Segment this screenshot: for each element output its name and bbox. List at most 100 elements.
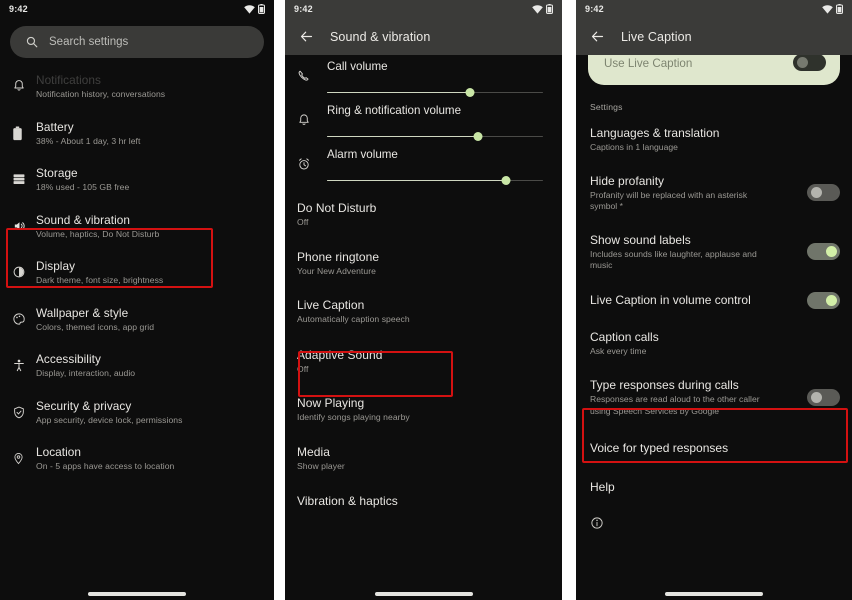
settings-item-accessibility[interactable]: Accessibility Display, interaction, audi…: [0, 343, 274, 390]
settings-item-subtitle: Your New Adventure: [297, 265, 376, 276]
phone-icon: [297, 55, 327, 88]
settings-item-hide-profanity[interactable]: Hide profanity Profanity will be replace…: [576, 163, 852, 222]
settings-item-title: Battery: [36, 119, 74, 134]
show-sound-labels-toggle[interactable]: [807, 243, 840, 260]
settings-item-subtitle: Captions in 1 language: [590, 142, 678, 152]
settings-item-show-sound-labels[interactable]: Show sound labels Includes sounds like l…: [576, 222, 852, 281]
app-bar-title: Sound & vibration: [330, 29, 431, 44]
settings-item-title: Phone ringtone: [297, 249, 380, 264]
slider-label: Alarm volume: [327, 148, 398, 161]
battery-icon: [546, 4, 553, 14]
settings-item-now-playing[interactable]: Now Playing Identify songs playing nearb…: [285, 384, 562, 433]
settings-item-storage[interactable]: Storage 18% used - 105 GB free: [0, 157, 274, 204]
settings-item-title: Vibration & haptics: [297, 494, 398, 508]
settings-item-type-responses-during-calls[interactable]: Type responses during calls Responses ar…: [576, 366, 852, 428]
settings-item-subtitle: 18% used - 105 GB free: [36, 182, 130, 192]
settings-item-battery[interactable]: Battery 38% - About 1 day, 3 hr left: [0, 111, 274, 158]
status-bar-time: 9:42: [585, 4, 604, 14]
settings-item-title: Live Caption: [297, 298, 365, 312]
search-bar-container: Search settings: [0, 18, 274, 64]
home-indicator[interactable]: [665, 592, 763, 596]
app-bar: Sound & vibration: [285, 18, 562, 55]
alarm-icon: [297, 143, 327, 176]
settings-item-vibration-and-haptics[interactable]: Vibration & haptics: [285, 481, 562, 518]
wifi-icon: [532, 4, 543, 14]
settings-item-do-not-disturb[interactable]: Do Not Disturb Off: [285, 187, 562, 238]
settings-item-subtitle: Show player: [297, 460, 345, 471]
call-volume-slider[interactable]: [327, 86, 543, 99]
slider-row-alarm-volume: Alarm volume: [285, 143, 562, 187]
ring-notification-volume-slider[interactable]: [327, 130, 543, 143]
settings-item-subtitle: Identify songs playing nearby: [297, 412, 410, 422]
status-bar: 9:42: [285, 0, 562, 18]
bell-icon: [297, 99, 327, 132]
settings-item-title: Voice for typed responses: [590, 441, 729, 455]
settings-item-media[interactable]: Media Show player: [285, 433, 562, 482]
settings-item-title: Sound & vibration: [36, 212, 130, 227]
slider-knob: [473, 132, 483, 141]
accessibility-icon: [12, 352, 36, 373]
screenshot-stage: 9:42 Search settings Notifications Notif…: [0, 0, 852, 600]
battery-icon: [258, 4, 265, 14]
search-input[interactable]: Search settings: [10, 26, 264, 58]
settings-item-voice-for-typed-responses[interactable]: Voice for typed responses: [576, 428, 852, 468]
battery-icon: [12, 120, 36, 141]
settings-item-title: Media: [297, 444, 330, 459]
settings-item-location[interactable]: Location On - 5 apps have access to loca…: [0, 436, 274, 483]
settings-item-title: Type responses during calls: [590, 378, 739, 392]
wifi-icon: [244, 4, 255, 14]
live-caption-in-volume-control-toggle[interactable]: [807, 291, 840, 309]
search-placeholder: Search settings: [49, 36, 129, 48]
settings-item-title: Do Not Disturb: [297, 201, 377, 215]
phone-screen-live-caption: 9:42 Live Caption Use Live Caption Setti…: [576, 0, 852, 600]
settings-item-subtitle: On - 5 apps have access to location: [36, 461, 175, 471]
alarm-volume-slider[interactable]: [327, 174, 543, 187]
settings-item-title: Now Playing: [297, 396, 365, 410]
slider-row-ring-notification-volume: Ring & notification volume: [285, 99, 562, 143]
battery-icon: [836, 4, 843, 14]
home-indicator[interactable]: [374, 592, 473, 596]
back-arrow-icon[interactable]: [299, 29, 314, 44]
type-responses-during-calls-toggle[interactable]: [807, 388, 840, 406]
settings-item-adaptive-sound[interactable]: Adaptive Sound Off: [285, 335, 562, 385]
use-live-caption-label: Use Live Caption: [604, 56, 693, 70]
back-arrow-icon[interactable]: [590, 29, 605, 44]
settings-item-caption-calls[interactable]: Caption calls Ask every time: [576, 320, 852, 367]
use-live-caption-toggle[interactable]: [793, 53, 826, 71]
sound-settings-list: Call volume Ring & notification volume A…: [285, 55, 562, 518]
settings-item-sound-and-vibration[interactable]: Sound & vibration Volume, haptics, Do No…: [0, 204, 274, 251]
slider-row-call-volume: Call volume: [285, 55, 562, 99]
info-icon[interactable]: [590, 516, 604, 530]
bell-icon: [12, 73, 36, 93]
settings-item-security-and-privacy[interactable]: Security & privacy App security, device …: [0, 390, 274, 437]
slider-fill: [327, 179, 507, 182]
settings-item-subtitle: Ask every time: [590, 345, 647, 356]
settings-item-help[interactable]: Help: [576, 468, 852, 506]
settings-item-display[interactable]: Display Dark theme, font size, brightnes…: [0, 250, 274, 297]
location-pin-icon: [12, 445, 36, 466]
settings-item-subtitle: Dark theme, font size, brightness: [36, 275, 164, 285]
brightness-icon: [12, 259, 36, 279]
settings-item-subtitle: Off: [297, 363, 309, 374]
hide-profanity-toggle[interactable]: [807, 184, 840, 201]
settings-item-title: Display: [36, 259, 76, 273]
status-bar: 9:42: [0, 0, 274, 18]
settings-item-notifications[interactable]: Notifications Notification history, conv…: [0, 64, 274, 111]
slider-knob: [501, 176, 511, 185]
phone-screen-sound-and-vibration: 9:42 Sound & vibration Call volume Ring …: [285, 0, 562, 600]
settings-item-live-caption[interactable]: Live Caption Automatically caption speec…: [285, 286, 562, 335]
slider-label: Call volume: [327, 60, 388, 73]
settings-item-title: Hide profanity: [590, 173, 665, 188]
status-bar: 9:42: [576, 0, 852, 18]
use-live-caption-card[interactable]: Use Live Caption: [588, 53, 840, 85]
settings-item-live-caption-in-volume-control[interactable]: Live Caption in volume control: [576, 281, 852, 320]
home-indicator[interactable]: [88, 592, 186, 596]
settings-item-phone-ringtone[interactable]: Phone ringtone Your New Adventure: [285, 238, 562, 287]
settings-item-wallpaper-and-style[interactable]: Wallpaper & style Colors, themed icons, …: [0, 297, 274, 344]
settings-item-subtitle: Notification history, conversations: [36, 89, 166, 99]
settings-item-title: Storage: [36, 166, 78, 180]
status-bar-time: 9:42: [9, 4, 28, 14]
status-bar-time: 9:42: [294, 4, 313, 14]
settings-item-subtitle: Off: [297, 217, 309, 227]
settings-item-languages-and-translation[interactable]: Languages & translation Captions in 1 la…: [576, 117, 852, 163]
